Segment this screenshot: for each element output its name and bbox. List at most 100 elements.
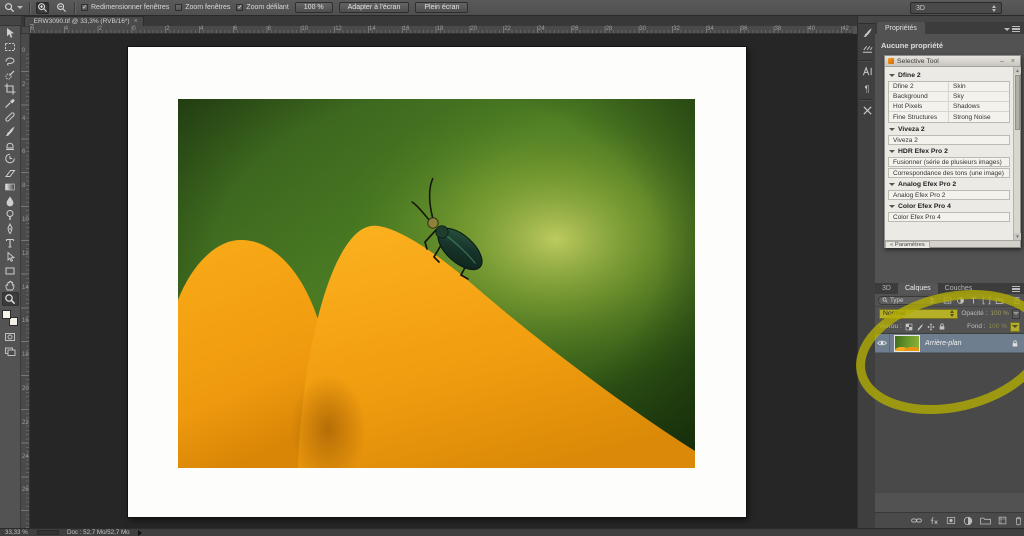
- zoom-tool[interactable]: [2, 292, 19, 306]
- dock-grip[interactable]: [858, 16, 875, 24]
- filter-smart-object-icon[interactable]: [995, 296, 1004, 305]
- new-group-icon[interactable]: [980, 516, 991, 525]
- minimize-button[interactable]: –: [998, 58, 1006, 65]
- screen-mode-button[interactable]: [2, 344, 19, 358]
- lock-position-icon[interactable]: [927, 323, 935, 331]
- crop-tool[interactable]: [2, 82, 19, 96]
- color-swatches[interactable]: [2, 310, 18, 326]
- tab-couches[interactable]: Couches: [938, 283, 980, 294]
- pen-tool[interactable]: [2, 222, 19, 236]
- status-menu-arrow-icon[interactable]: [138, 530, 142, 536]
- document-tab[interactable]: _ERW3090.tif @ 33,3% (RVB/16*) ×: [24, 16, 144, 26]
- tab-properties[interactable]: Propriétés: [877, 22, 925, 34]
- section-header-color-efex[interactable]: Color Efex Pro 4: [889, 203, 1010, 210]
- settings-button[interactable]: « Paramètres: [885, 241, 930, 248]
- healing-brush-tool[interactable]: [2, 110, 19, 124]
- delete-layer-icon[interactable]: [1014, 516, 1023, 526]
- hdr-merge-button[interactable]: Fusionner (série de plusieurs images): [888, 157, 1010, 167]
- history-brush-tool[interactable]: [2, 152, 19, 166]
- gradient-tool[interactable]: [2, 180, 19, 194]
- opacity-dropdown-button[interactable]: [1012, 309, 1020, 319]
- document-canvas[interactable]: [128, 47, 746, 517]
- adjustment-layer-icon[interactable]: [963, 516, 973, 526]
- vertical-ruler[interactable]: 02468101214161820222426: [21, 34, 30, 528]
- layer-filter-select[interactable]: Type: [878, 296, 938, 305]
- layer-visibility-toggle[interactable]: [875, 334, 890, 353]
- layer-style-fx-icon[interactable]: [929, 516, 939, 526]
- status-zoom-field[interactable]: 33,33 %: [5, 529, 29, 536]
- add-mask-icon[interactable]: [946, 516, 956, 525]
- zoom-100-button[interactable]: 100 %: [295, 2, 333, 13]
- quick-mask-button[interactable]: [2, 330, 19, 344]
- preset-row[interactable]: Fine StructuresStrong Noise: [889, 112, 1009, 122]
- close-button[interactable]: ×: [1009, 58, 1017, 65]
- hdr-tonemap-button[interactable]: Correspondance des tons (une image): [888, 168, 1010, 178]
- close-icon[interactable]: ×: [134, 18, 138, 25]
- viveza-button[interactable]: Viveza 2: [888, 135, 1010, 145]
- scrubby-zoom-checkbox[interactable]: ✓ Zoom défilant: [236, 4, 288, 11]
- character-panel-icon[interactable]: [858, 63, 876, 80]
- filter-toggle-icon[interactable]: [1013, 296, 1021, 305]
- selective-tool-window[interactable]: Selective Tool – × Dfine 2 Dfine 2Skin B…: [884, 55, 1021, 248]
- blur-tool[interactable]: [2, 194, 19, 208]
- history-panel-icon[interactable]: [858, 24, 876, 41]
- link-layers-icon[interactable]: [911, 516, 922, 525]
- panel-menu-button[interactable]: [1012, 286, 1020, 292]
- filter-shape-icon[interactable]: [982, 296, 991, 305]
- section-header-hdr-efex[interactable]: HDR Efex Pro 2: [889, 148, 1010, 155]
- preset-row[interactable]: Dfine 2Skin: [889, 82, 1009, 92]
- panel-grip[interactable]: [0, 16, 21, 26]
- move-tool[interactable]: [2, 26, 19, 40]
- filter-type-icon[interactable]: [969, 296, 978, 305]
- rectangular-marquee-tool[interactable]: [2, 40, 19, 54]
- zoom-tool-preset-icon[interactable]: [4, 2, 23, 13]
- tab-3d[interactable]: 3D: [875, 283, 898, 294]
- shape-tool[interactable]: [2, 264, 19, 278]
- section-header-analog-efex[interactable]: Analog Efex Pro 2: [889, 181, 1010, 188]
- workspace-selector[interactable]: 3D: [910, 2, 1002, 14]
- path-selection-tool[interactable]: [2, 250, 19, 264]
- eraser-tool[interactable]: [2, 166, 19, 180]
- brush-presets-panel-icon[interactable]: [858, 41, 876, 58]
- fit-screen-button[interactable]: Adapter à l'écran: [339, 2, 410, 13]
- zoom-out-button[interactable]: [55, 2, 68, 14]
- canvas-pasteboard[interactable]: [30, 34, 857, 528]
- resize-windows-checkbox[interactable]: ✓ Redimensionner fenêtres: [81, 4, 169, 11]
- hand-tool[interactable]: [2, 278, 19, 292]
- panel-menu-button[interactable]: [1004, 26, 1020, 32]
- scrollbar-thumb[interactable]: [1015, 75, 1020, 130]
- tool-presets-panel-icon[interactable]: [858, 102, 876, 119]
- quick-selection-tool[interactable]: [2, 68, 19, 82]
- horizontal-ruler[interactable]: 6420246810121416182022242628303234363840…: [30, 26, 853, 34]
- dodge-tool[interactable]: [2, 208, 19, 222]
- scroll-up-icon[interactable]: ▲: [1014, 67, 1021, 74]
- zoom-in-button[interactable]: [36, 2, 49, 14]
- tab-calques[interactable]: Calques: [898, 283, 938, 294]
- type-tool[interactable]: [2, 236, 19, 250]
- fill-screen-button[interactable]: Plein écran: [415, 2, 468, 13]
- preset-row[interactable]: Hot PixelsShadows: [889, 102, 1009, 112]
- blend-mode-select[interactable]: Normal: [879, 309, 958, 319]
- analog-efex-button[interactable]: Analog Efex Pro 2: [888, 190, 1010, 200]
- paragraph-panel-icon[interactable]: ¶: [858, 80, 876, 97]
- new-layer-icon[interactable]: [998, 516, 1007, 525]
- filter-adjustment-icon[interactable]: [956, 296, 965, 305]
- layer-thumbnail[interactable]: [894, 335, 920, 352]
- layer-row-background[interactable]: Arrière-plan: [875, 334, 1024, 353]
- eyedropper-tool[interactable]: [2, 96, 19, 110]
- lock-all-icon[interactable]: [938, 322, 946, 331]
- lock-transparent-icon[interactable]: [905, 323, 913, 331]
- foreground-color-swatch[interactable]: [2, 310, 11, 319]
- ruler-origin-corner[interactable]: [21, 26, 30, 34]
- section-header-dfine[interactable]: Dfine 2: [889, 72, 1010, 79]
- filter-image-icon[interactable]: [943, 296, 952, 305]
- color-efex-button[interactable]: Color Efex Pro 4: [888, 212, 1010, 222]
- selective-tool-titlebar[interactable]: Selective Tool – ×: [885, 56, 1020, 67]
- fill-dropdown-button[interactable]: [1010, 322, 1020, 332]
- section-header-viveza[interactable]: Viveza 2: [889, 126, 1010, 133]
- clone-stamp-tool[interactable]: [2, 138, 19, 152]
- scrollbar[interactable]: ▲ ▼: [1013, 67, 1020, 240]
- lasso-tool[interactable]: [2, 54, 19, 68]
- zoom-windows-checkbox[interactable]: Zoom fenêtres: [175, 4, 230, 11]
- lock-pixels-icon[interactable]: [916, 323, 924, 331]
